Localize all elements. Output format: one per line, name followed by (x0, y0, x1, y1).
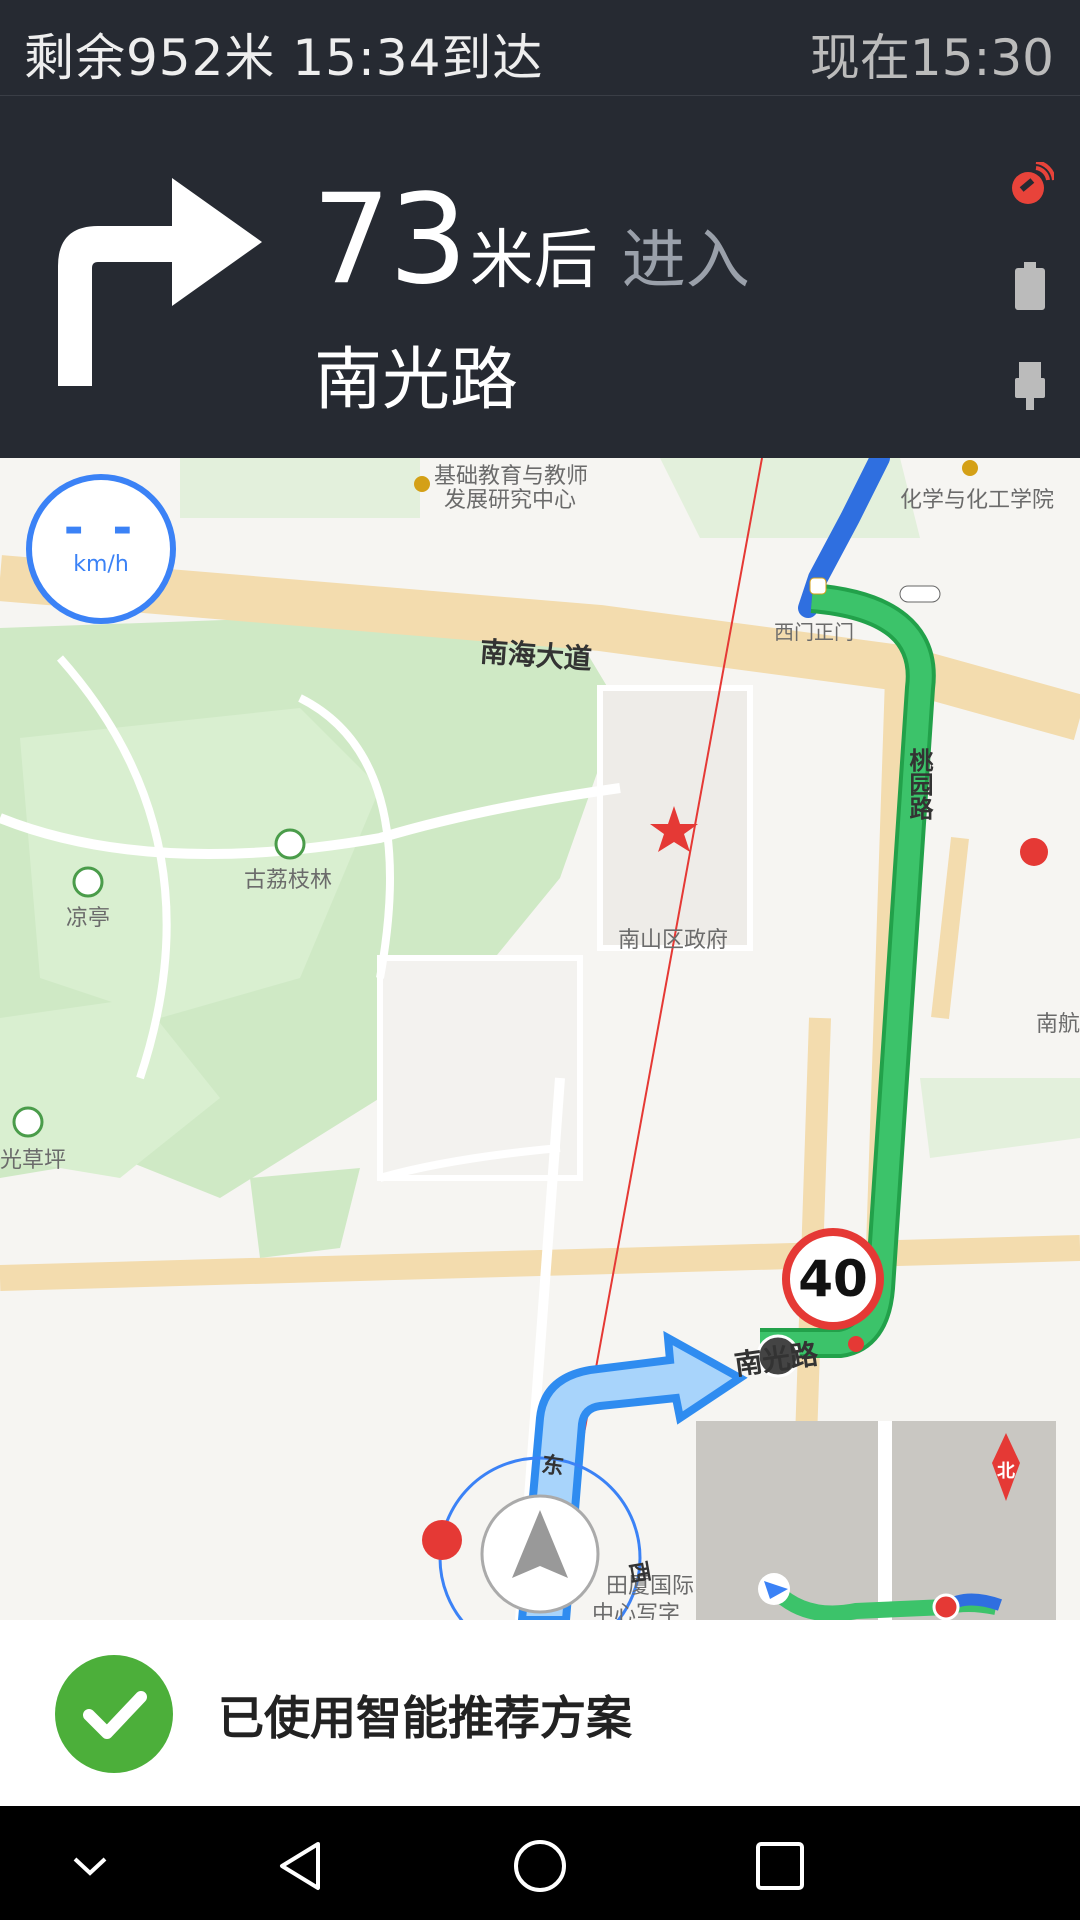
road-label: 东 (540, 1452, 566, 1481)
poi-label[interactable]: 发展研究中心 (444, 482, 576, 514)
minimap-graphic (696, 1421, 1056, 1620)
poi-label[interactable]: 南山区政府 (618, 922, 728, 954)
turn-guidance-panel[interactable]: 73米后 进入 南光路 (0, 96, 1080, 510)
trip-status-bar: 剩余952米 15:34到达 现在15:30 (0, 0, 1080, 96)
check-icon (55, 1655, 173, 1773)
poi-label[interactable]: 南航 (1036, 1006, 1080, 1038)
poi-label[interactable]: 西门正门 (774, 616, 854, 645)
poi-label[interactable]: 凉亭 (66, 900, 110, 932)
poi-label[interactable]: 光草坪 (0, 1142, 66, 1174)
overview-minimap[interactable]: 北 (696, 1421, 1056, 1620)
turn-right-arrow-icon (58, 178, 262, 386)
distance-unit: 米后 (469, 224, 598, 298)
navigation-map[interactable]: - - km/h 基础教育与教师 发展研究中心 化学与化工学院 西门正门 古荔枝… (0, 458, 1080, 1620)
next-road-name: 南光路 (314, 341, 519, 420)
speed-limit-sign: 40 (782, 1228, 884, 1330)
distance-number: 73 (312, 168, 468, 312)
speedometer: - - km/h (26, 474, 176, 624)
speed-value: - - (63, 500, 139, 556)
road-label: 南海大道 (478, 635, 593, 676)
compass-north-label: 北 (997, 1461, 1015, 1482)
recommendation-message: 已使用智能推荐方案 (218, 1691, 632, 1745)
poi-label[interactable]: 中心写字 (592, 1596, 680, 1620)
battery-icon (1000, 256, 1060, 316)
home-circle-icon[interactable] (510, 1836, 570, 1896)
poi-label[interactable]: 古荔枝林 (244, 862, 332, 894)
remaining-distance-eta: 剩余952米 15:34到达 (24, 29, 544, 87)
system-navigation-bar (0, 1806, 1080, 1920)
road-label: 桃园路 (905, 748, 933, 820)
speed-limit-value: 40 (798, 1250, 868, 1308)
speed-unit: km/h (73, 552, 129, 577)
gps-signal-icon (1000, 156, 1060, 216)
recents-square-icon[interactable] (750, 1836, 810, 1896)
back-triangle-icon[interactable] (270, 1836, 330, 1896)
usb-icon (1000, 356, 1060, 416)
collapse-chevron-icon[interactable] (60, 1836, 120, 1896)
route-recommendation-banner[interactable]: 已使用智能推荐方案 (0, 1620, 1080, 1806)
poi-label[interactable]: 化学与化工学院 (900, 482, 1054, 514)
turn-action: 进入 (621, 224, 750, 298)
turn-distance: 73米后 进入 (312, 168, 750, 312)
current-time: 现在15:30 (809, 29, 1054, 87)
